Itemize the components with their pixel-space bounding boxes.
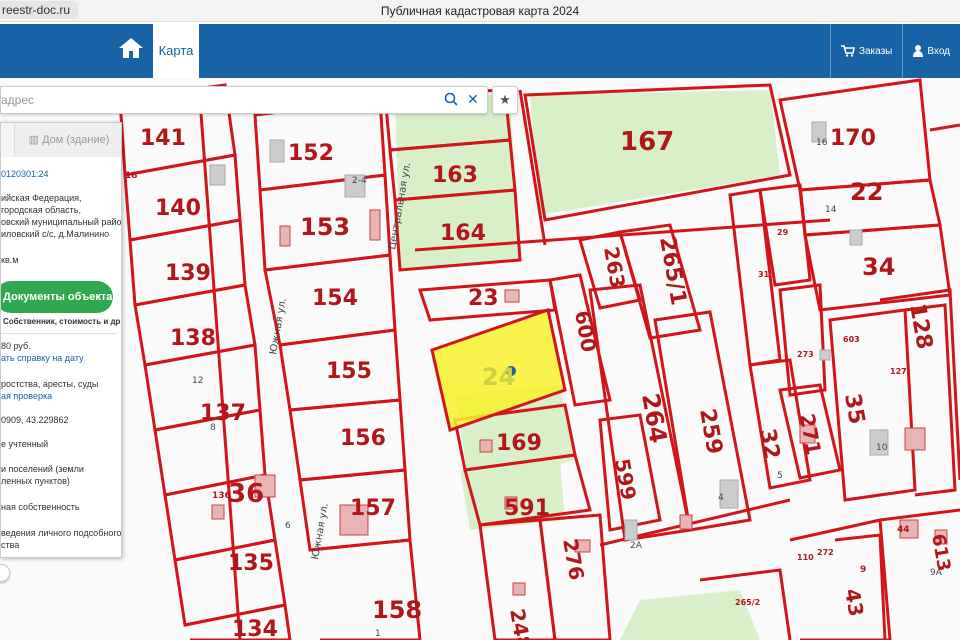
parcel-label: 135: [228, 551, 274, 576]
parcel-label: 273: [797, 350, 814, 359]
parcel-label: 24: [482, 363, 515, 391]
login-button[interactable]: Вход: [902, 24, 960, 78]
close-icon[interactable]: ✕: [467, 91, 479, 108]
parcel-label: 603: [843, 335, 860, 344]
parcel-label: 31: [758, 270, 770, 279]
search-icon[interactable]: [444, 92, 458, 106]
parcel-label: 272: [817, 548, 834, 557]
window-title: Публичная кадастровая карта 2024: [380, 4, 580, 18]
map-canvas[interactable]: Центральная ул. Южная ул. Южная ул. 141 …: [0, 78, 960, 640]
tab-house[interactable]: ▥ Дом (здание): [15, 123, 121, 157]
status-value: е учтенный: [1, 439, 49, 449]
house-label: 1: [375, 629, 381, 639]
use-line: ства: [1, 540, 20, 550]
parcel-label: 22: [850, 178, 883, 206]
house-label: 14: [825, 205, 837, 215]
parcel-label: 157: [350, 496, 396, 521]
parcel-label: 154: [312, 286, 358, 311]
parcel-label: 167: [620, 127, 674, 157]
favorite-star-icon[interactable]: ★: [492, 86, 518, 114]
value-certificate-link[interactable]: ать справку на дату: [1, 353, 84, 363]
parcel-label: 43: [840, 587, 868, 619]
parcel-label: 9: [860, 565, 866, 575]
parcel-label: 152: [288, 141, 334, 166]
restrictions-label: ростства, аресты, суды: [1, 379, 99, 389]
address-line: городская область,: [1, 205, 81, 215]
orders-button[interactable]: Заказы: [829, 24, 902, 78]
parcel-label: 140: [155, 196, 201, 221]
house-label: 5: [777, 471, 783, 481]
user-icon: [913, 45, 924, 57]
parcel-label: 139: [165, 261, 211, 286]
parcel-label: 18: [125, 171, 138, 181]
search-input[interactable]: адрес: [1, 93, 34, 107]
house-label: 2-4: [352, 176, 367, 186]
cart-icon: [840, 45, 855, 57]
category-line: и поселений (земли: [1, 464, 84, 474]
address-line: ийская Федерация,: [1, 193, 82, 203]
cadastral-map[interactable]: Центральная ул. Южная ул. Южная ул. 141 …: [0, 78, 960, 640]
parcel-label: 127: [890, 367, 907, 376]
documents-button[interactable]: Документы объекта ▤: [1, 281, 113, 335]
building-icon: ▥: [28, 134, 43, 146]
home-icon[interactable]: [118, 36, 148, 66]
parcel-label: 134: [232, 617, 278, 640]
parcel-label: 591: [504, 496, 550, 521]
ownership-value: ная собственность: [1, 502, 80, 512]
browser-titlebar: reestr-doc.ru Публичная кадастровая карт…: [0, 0, 960, 22]
parcel-label: 141: [140, 126, 186, 151]
restrictions-check-link[interactable]: ая проверка: [1, 391, 52, 401]
parcel-label: 35: [839, 392, 869, 427]
use-line: ведения личного подсобного: [1, 528, 122, 538]
coordinates: 0909, 43.229862: [1, 415, 69, 425]
documents-label: Документы объекта: [3, 291, 113, 303]
parcel-label: 23: [468, 286, 499, 311]
house-label: 6: [285, 521, 291, 531]
house-label: 4: [718, 493, 724, 503]
parcel-label: 158: [372, 596, 422, 624]
address-line: иловский с/с, д.Малинино: [1, 229, 110, 239]
panel-tabs: ▥ Дом (здание): [1, 123, 121, 157]
category-line: ленных пунктов): [1, 476, 70, 486]
house-label: 9A: [930, 568, 943, 578]
house-label: 8: [210, 423, 216, 433]
parcel-label: 138: [170, 326, 216, 351]
tab-parcel[interactable]: [1, 123, 15, 157]
parcel-label: 169: [496, 431, 542, 456]
parcel-label: 44: [897, 525, 910, 535]
orders-label: Заказы: [858, 45, 893, 57]
parcel-label: 32: [754, 427, 784, 462]
parcel-label: 153: [300, 213, 350, 241]
parcel-label: 265/2: [735, 598, 760, 607]
house-label: 16: [816, 138, 828, 148]
area-value: кв.м: [1, 255, 19, 265]
address-search[interactable]: адрес ✕: [0, 86, 488, 114]
login-label: Вход: [927, 45, 950, 57]
parcel-label: 110: [797, 553, 814, 562]
house-label: 10: [876, 443, 888, 453]
cadastral-number[interactable]: 0120301:24: [1, 169, 49, 179]
house-label: 12: [192, 376, 203, 386]
parcel-label: 155: [326, 359, 372, 384]
object-info-panel: ▥ Дом (здание) 0120301:24 ийская Федерац…: [0, 122, 122, 558]
parcel-label: 29: [777, 228, 789, 237]
address-line: овский муниципальный район,: [1, 217, 122, 227]
parcel-label: 164: [440, 221, 486, 246]
tab-map[interactable]: Карта: [153, 24, 199, 78]
divider: [1, 333, 117, 334]
documents-subtitle: Собственник, стоимость и др.: [3, 317, 122, 326]
parcel-label: 36: [228, 479, 264, 509]
cadastral-value: 80 руб.: [1, 341, 31, 351]
parcel-label: 34: [862, 253, 895, 281]
tab-house-label: Дом (здание): [42, 134, 110, 146]
house-label: 2A: [630, 541, 643, 551]
top-navbar: Карта Заказы Вход: [0, 24, 960, 78]
parcel-label: 170: [830, 126, 876, 151]
parcel-label: 137: [200, 401, 246, 426]
parcel-label: 163: [432, 163, 478, 188]
parcel-label: 156: [340, 426, 386, 451]
